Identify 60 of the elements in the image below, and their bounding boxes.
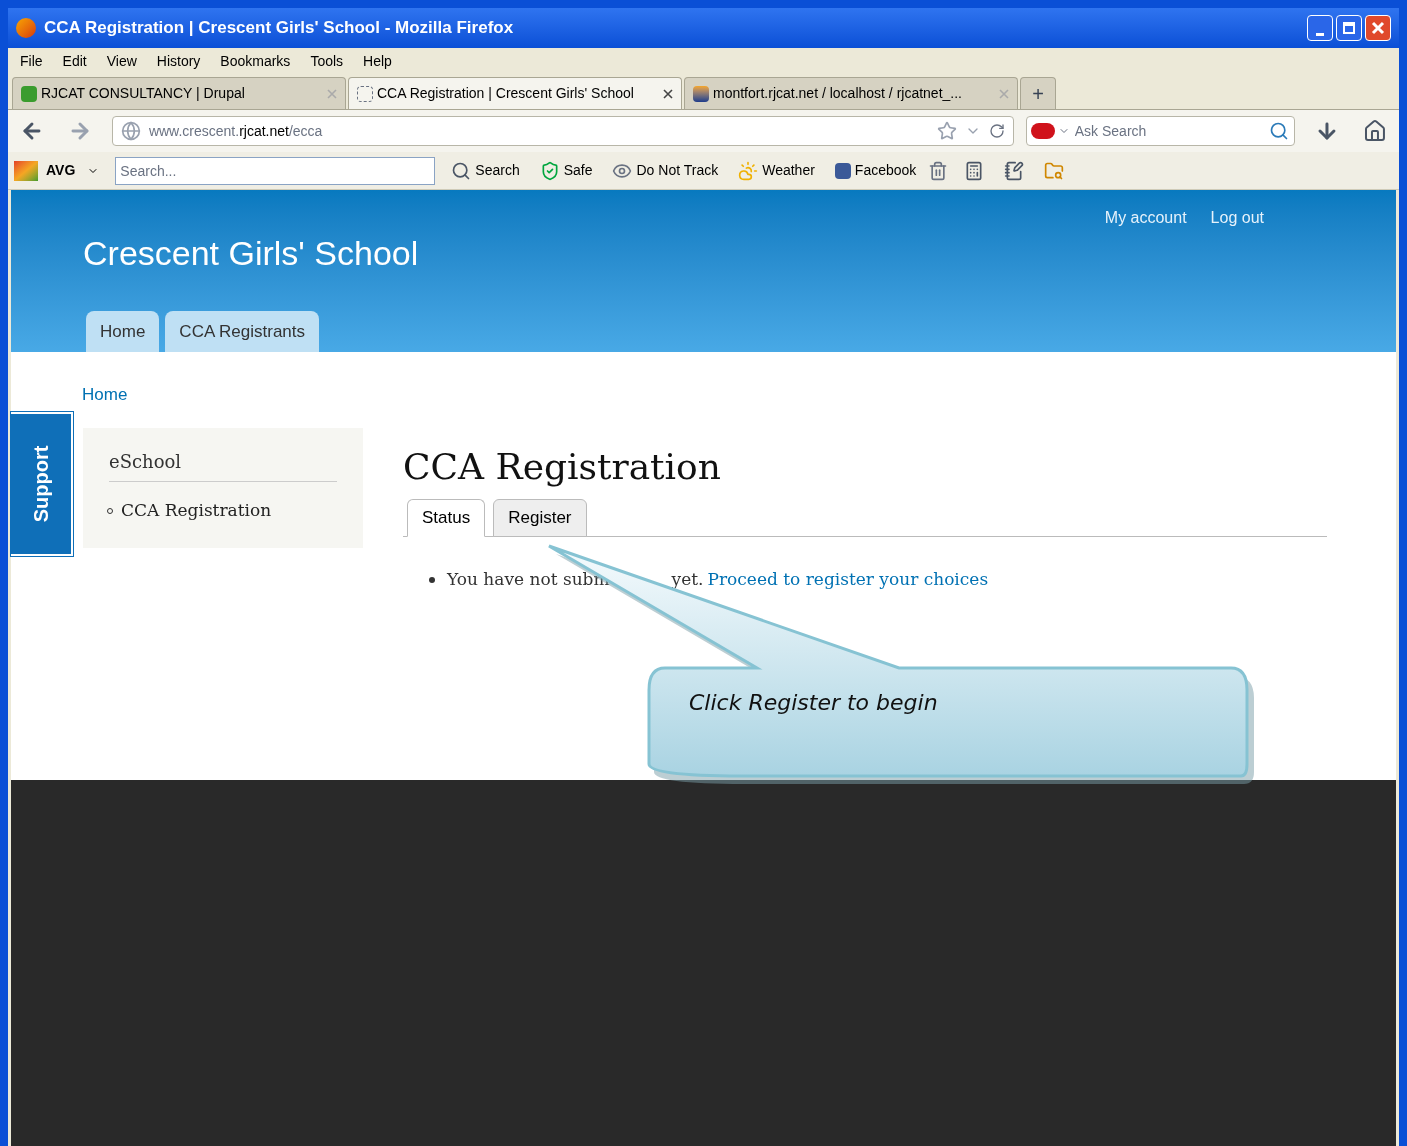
menu-item[interactable]: Bookmarks xyxy=(220,50,291,72)
nav-tab[interactable]: CCA Registrants xyxy=(165,311,320,352)
toolbar-search-field[interactable]: Search... xyxy=(115,156,436,185)
header-link[interactable]: Log out xyxy=(1210,206,1264,230)
avg-logo-icon xyxy=(14,160,38,181)
header-link[interactable]: My account xyxy=(1104,206,1187,230)
folder-search-icon[interactable] xyxy=(1044,160,1065,181)
toolbar-button[interactable]: Weather xyxy=(734,160,819,181)
browser-tab[interactable]: montfort.rjcat.net / localhost / rjcatnet_... xyxy=(684,77,1018,109)
search-icon[interactable] xyxy=(1269,121,1290,141)
sail-logo-icon xyxy=(693,85,709,102)
block-title: eSchool xyxy=(109,448,337,482)
firefox-logo-icon xyxy=(16,18,36,38)
content-tab[interactable]: Status xyxy=(407,499,486,537)
facebook-icon xyxy=(834,162,851,179)
toolbar-button[interactable]: Facebook xyxy=(830,160,921,181)
drupal-logo-icon xyxy=(21,85,37,102)
new-tab-button[interactable]: + xyxy=(1020,77,1056,109)
cloud-sun-icon xyxy=(738,160,759,181)
address-field[interactable]: www.crescent.rjcat.net/ecca xyxy=(111,116,1014,146)
content-tab[interactable]: Register xyxy=(493,499,587,537)
maximize-button[interactable] xyxy=(1336,15,1362,41)
close-icon xyxy=(1371,21,1385,35)
search-field[interactable]: Ask Search xyxy=(1025,116,1296,146)
star-icon[interactable] xyxy=(936,121,957,141)
search-icon xyxy=(451,160,472,181)
home-icon[interactable] xyxy=(1363,119,1387,143)
register-link[interactable]: Proceed to register your choices xyxy=(707,567,989,593)
close-button[interactable] xyxy=(1365,15,1391,41)
message-text: yet. xyxy=(671,568,704,591)
globe-icon xyxy=(120,121,141,141)
blank-page-icon xyxy=(357,85,373,102)
menu-item[interactable]: Edit xyxy=(62,50,87,72)
calculator-icon[interactable] xyxy=(964,160,985,181)
notepad-icon[interactable] xyxy=(1004,160,1025,181)
brand-label: AVG xyxy=(46,161,76,180)
menu-item[interactable]: History xyxy=(156,50,201,72)
window-title: CCA Registration | Crescent Girls' School - Mozilla Firefox xyxy=(44,17,514,40)
close-icon[interactable] xyxy=(663,88,673,99)
menu-item[interactable]: File xyxy=(20,50,43,72)
toolbar-button[interactable]: Safe xyxy=(535,160,597,181)
toolbar-button[interactable]: Do Not Track xyxy=(608,160,723,181)
sidebar-link[interactable]: CCA Registration xyxy=(121,498,272,524)
menu-item[interactable]: Help xyxy=(363,50,392,72)
minimize-button[interactable] xyxy=(1307,15,1333,41)
breadcrumb-link[interactable]: Home xyxy=(82,382,128,408)
support-tab[interactable]: Support xyxy=(11,412,73,556)
url-text: www.crescent.rjcat.net/ecca xyxy=(148,121,323,141)
bullet-icon xyxy=(429,576,435,583)
nav-tab[interactable]: Home xyxy=(86,311,160,352)
site-name: Crescent Girls' School xyxy=(83,233,420,274)
menu-item[interactable]: View xyxy=(106,50,137,72)
toolbar-button[interactable]: Search xyxy=(447,160,524,181)
browser-tab[interactable]: CCA Registration | Crescent Girls' School xyxy=(348,77,682,109)
page-title: CCA Registration xyxy=(403,445,722,489)
reload-icon[interactable] xyxy=(988,123,1005,139)
browser-tab[interactable]: RJCAT CONSULTANCY | Drupal xyxy=(12,77,346,109)
menu-item[interactable]: Tools xyxy=(310,50,344,72)
callout-text: Click Register to begin xyxy=(689,689,938,717)
trash-icon[interactable] xyxy=(928,160,949,181)
